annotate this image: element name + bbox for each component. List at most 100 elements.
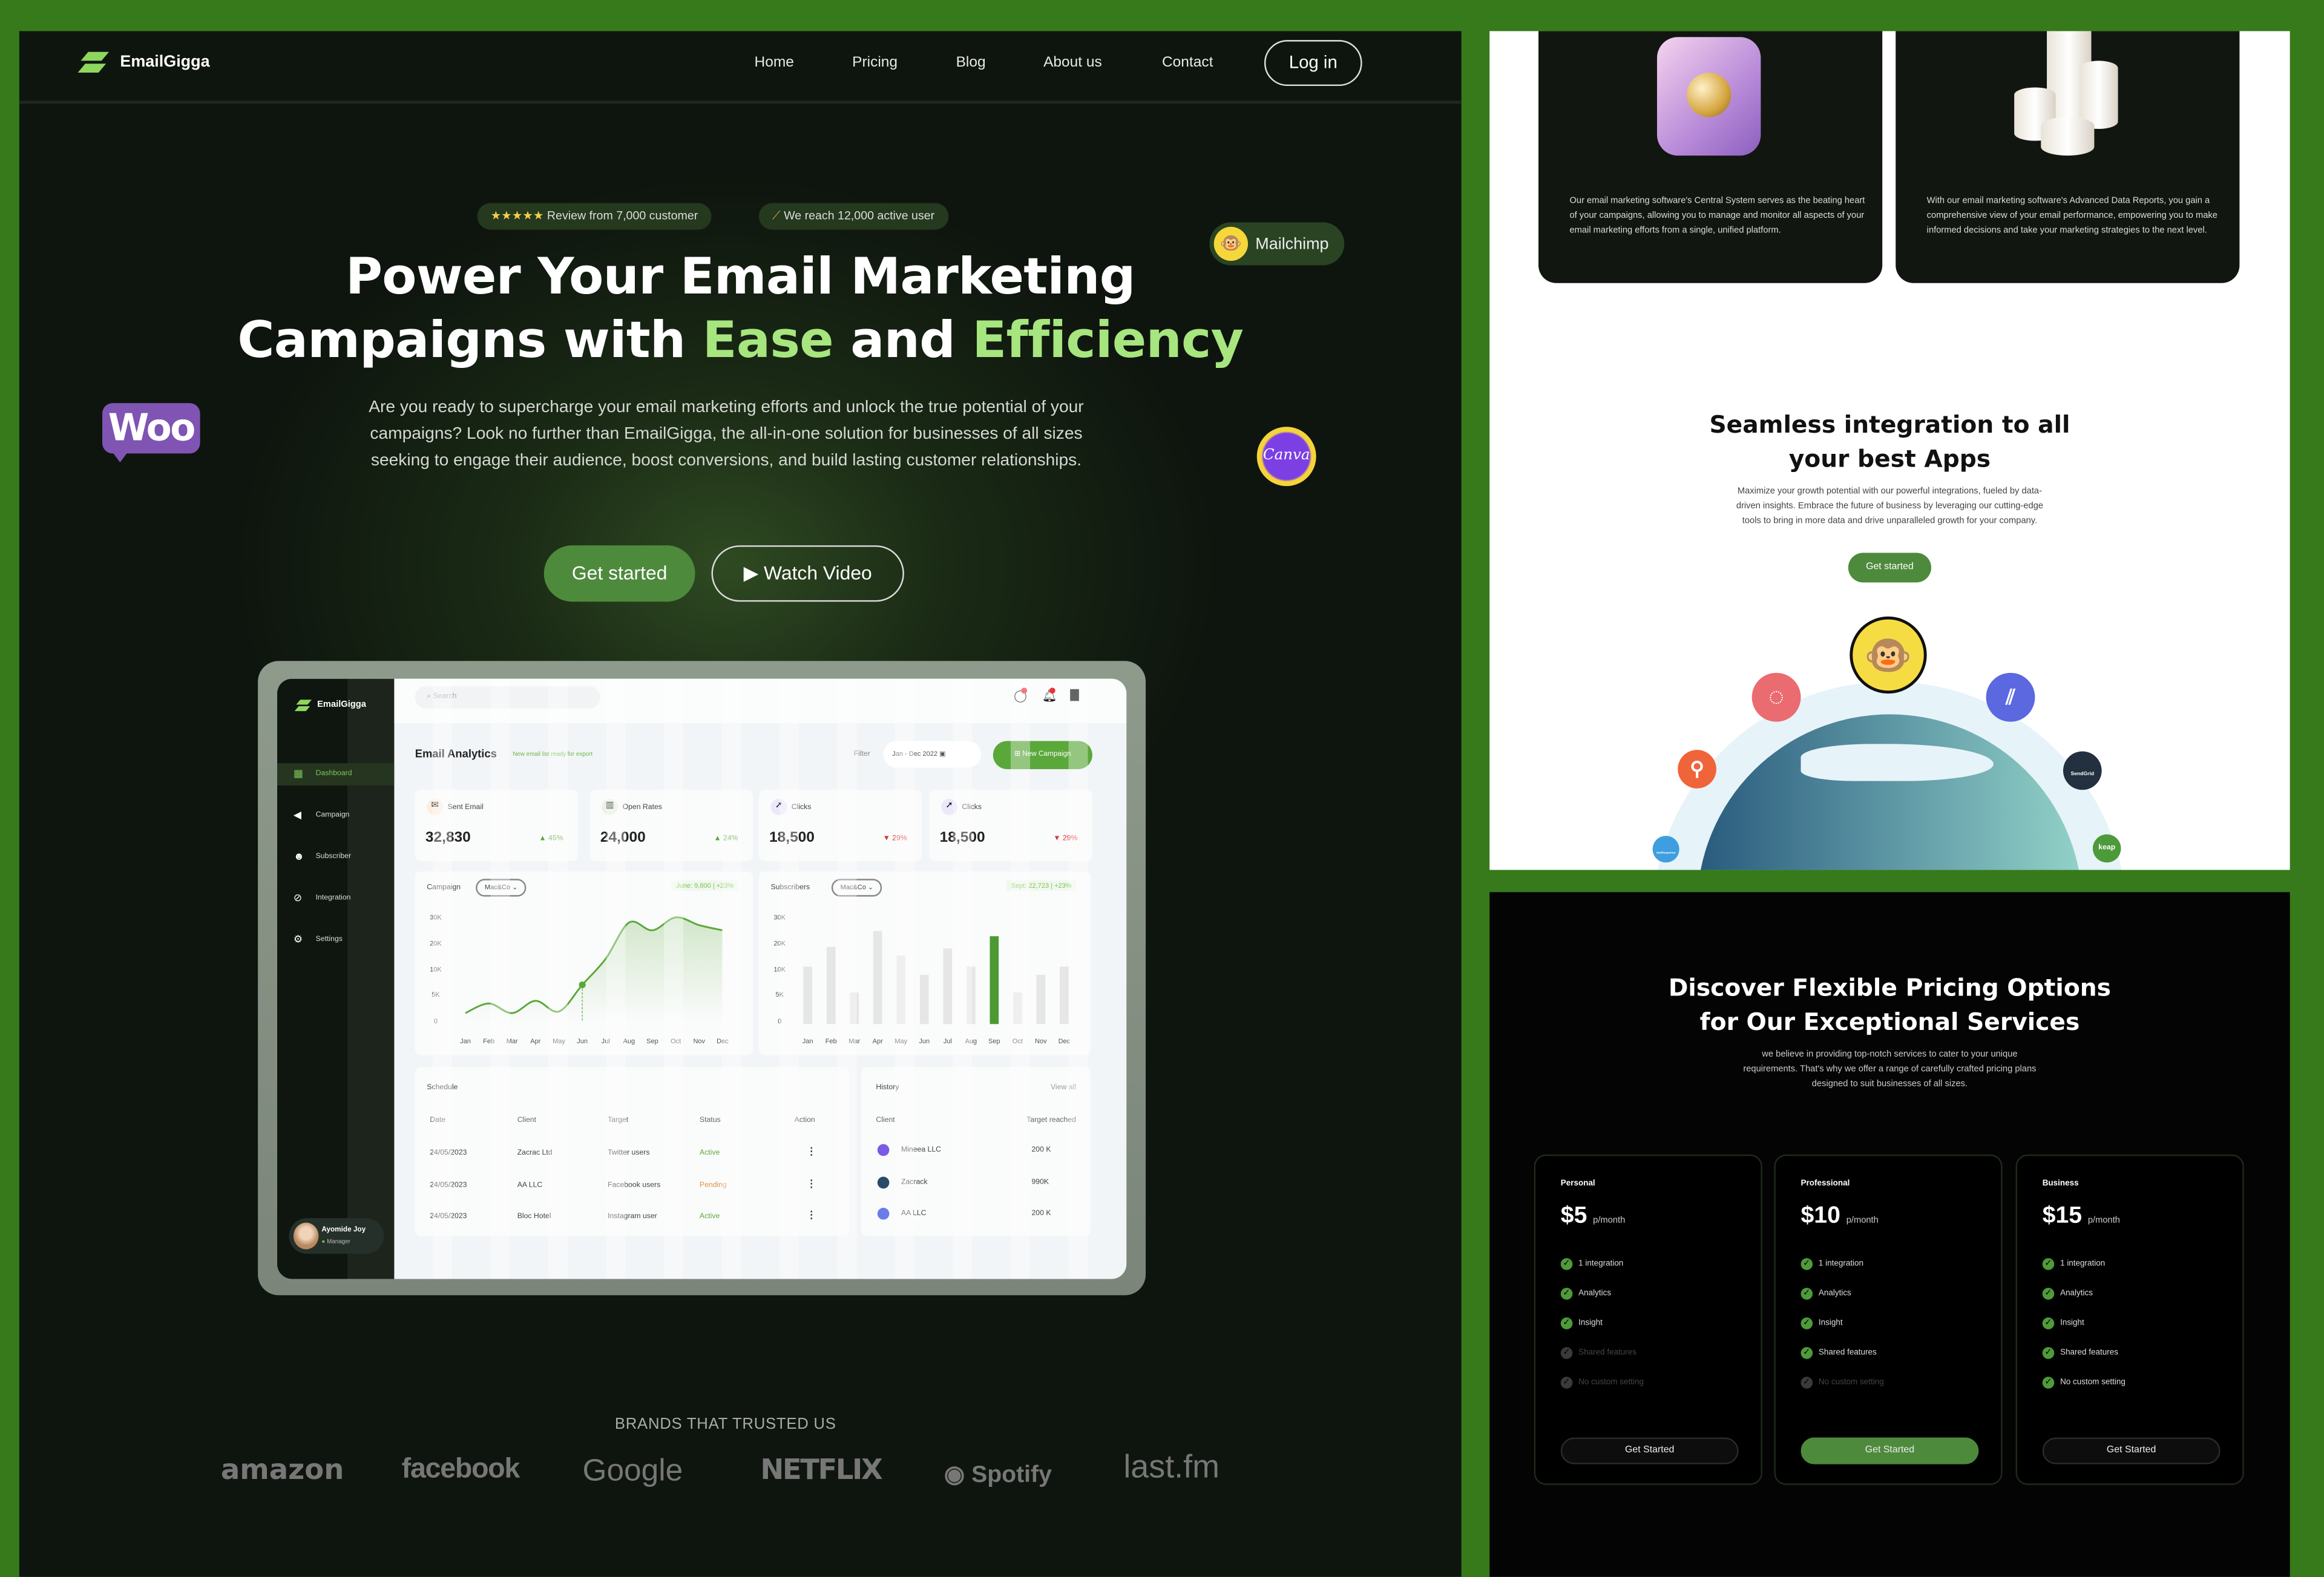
- date-range-picker[interactable]: Jan - Dec 2022 ▣: [883, 741, 982, 768]
- y-tick-label: 30K: [430, 914, 442, 922]
- stat-card: ▥ Open Rates 24,000 ▲ 24%: [589, 790, 753, 861]
- plan-get-started-button[interactable]: Get Started: [2042, 1437, 2221, 1464]
- client-name: AA LLC: [901, 1209, 927, 1219]
- dashboard-sidebar: EmailGigga ▦ Dashboard ◀ Campaign ☻ Subscri…: [277, 678, 395, 1279]
- area-fill: [465, 917, 723, 1021]
- integration-paragraph: Maximize your growth potential with our …: [1736, 487, 2044, 526]
- nav-about[interactable]: About us: [1043, 55, 1102, 71]
- bar: [966, 966, 976, 1025]
- integration-title: Seamless integration to all your best App…: [1709, 410, 2070, 473]
- chart-svg: 0 5K 10K 20K 30K Jan Feb Mar Apr May Jun Jul Aug Sep O…: [430, 914, 729, 1045]
- sidebar-item-settings[interactable]: ⚙ Settings: [277, 929, 394, 952]
- more-actions-icon[interactable]: ⋮: [806, 1146, 816, 1158]
- login-button[interactable]: Log in: [1264, 40, 1362, 87]
- status-badge: Active: [699, 1148, 720, 1158]
- search-input[interactable]: ⌕ Search: [415, 686, 600, 709]
- stars-icon: ★★★★★: [490, 209, 544, 223]
- filter-label: Filter: [853, 750, 870, 759]
- plan-feature: ✓ No custom setting: [2042, 1377, 2125, 1389]
- feature-card-data-reports: With our email marketing software's Adva…: [1896, 31, 2240, 283]
- nav-pricing[interactable]: Pricing: [852, 55, 898, 71]
- get-started-button[interactable]: Get started: [543, 545, 695, 602]
- plan-feature: ✓ Shared features: [1560, 1347, 1636, 1359]
- plan-feature: ✓ No custom setting: [1560, 1377, 1644, 1389]
- document-add-icon[interactable]: [1070, 689, 1079, 701]
- check-icon: ✓: [1560, 1347, 1573, 1359]
- gear-icon: ⚙: [293, 935, 303, 946]
- nav-contact[interactable]: Contact: [1162, 55, 1213, 71]
- check-icon: ✓: [1560, 1317, 1573, 1329]
- stat-change: ▼ 29%: [1053, 834, 1078, 844]
- table-cell: AA LLC: [517, 1180, 543, 1190]
- y-tick-label: 5K: [432, 991, 440, 998]
- woo-logo-tail: [111, 450, 130, 463]
- check-icon: ✓: [1800, 1377, 1813, 1389]
- x-tick-label: Jun: [577, 1038, 588, 1045]
- stat-change: ▲ 45%: [539, 834, 563, 844]
- plus-doc-icon: ⊞: [1014, 751, 1020, 759]
- sidebar-item-subscriber[interactable]: ☻ Subscriber: [277, 846, 394, 868]
- more-actions-icon[interactable]: ⋮: [806, 1209, 816, 1221]
- megaphone-icon: ◀: [293, 810, 302, 821]
- bar: [1036, 974, 1046, 1025]
- party-popper-icon: ⟋: [772, 209, 781, 223]
- nav-blog[interactable]: Blog: [956, 55, 986, 71]
- x-tick-label: Mar: [849, 1038, 860, 1045]
- table-cell: Instagram user: [608, 1212, 657, 1221]
- brand-logo[interactable]: EmailGigga: [77, 50, 210, 74]
- plan-price: $5 p/month: [1560, 1203, 1626, 1229]
- spotify-icon: ◉: [944, 1463, 965, 1488]
- stat-icon: ▥: [602, 799, 619, 815]
- view-all-link[interactable]: View all: [1051, 1083, 1076, 1092]
- grid-icon: ▦: [293, 769, 304, 780]
- integration-get-started-button[interactable]: Get started: [1848, 552, 1932, 583]
- plan-name: Personal: [1560, 1179, 1595, 1189]
- chat-icon[interactable]: ◯: [1014, 687, 1028, 703]
- brand-name: EmailGigga: [120, 53, 210, 71]
- mailchimp-logo: 🐵: [1850, 616, 1927, 694]
- users-badge: ⟋ We reach 12,000 active user: [758, 203, 948, 230]
- check-icon: ✓: [1800, 1317, 1813, 1329]
- new-campaign-button[interactable]: ⊞ New Campaign: [993, 741, 1092, 770]
- more-actions-icon[interactable]: ⋮: [806, 1178, 816, 1189]
- nav-home[interactable]: Home: [755, 55, 794, 71]
- client-logo-icon: [877, 1176, 890, 1188]
- hero-paragraph: Are you ready to supercharge your email …: [369, 398, 1084, 470]
- plan-feature: ✓ Insight: [2042, 1317, 2084, 1329]
- watch-video-button[interactable]: ▶ Watch Video: [711, 545, 904, 602]
- activecampaign-logo: ⫽: [1986, 672, 2035, 722]
- cylinders-illustration: [2014, 31, 2118, 156]
- bell-icon[interactable]: 🔔︎: [1042, 687, 1057, 703]
- dashboard-preview: EmailGigga ▦ Dashboard ◀ Campaign ☻ Subscri…: [258, 661, 1146, 1296]
- plan-feature: ✓ Insight: [1560, 1317, 1603, 1329]
- sidebar-item-dashboard[interactable]: ▦ Dashboard: [277, 763, 395, 785]
- check-icon: ✓: [1560, 1377, 1573, 1389]
- chart-svg: 0 5K 10K 20K 30K Jan Feb Mar Apr May Jun Jul Aug Sep O…: [773, 914, 1071, 1045]
- brands-title: BRANDS THAT TRUSTED US: [614, 1415, 836, 1434]
- check-icon: ✓: [2042, 1258, 2055, 1270]
- y-tick-label: 10K: [430, 966, 442, 973]
- schedule-table: Schedule Date Client Target Status Action 24/…: [415, 1067, 850, 1236]
- x-tick-label: Aug: [965, 1038, 977, 1045]
- x-tick-label: Dec: [1059, 1038, 1071, 1045]
- plan-feature: ✓ 1 integration: [1800, 1258, 1863, 1270]
- plan-get-started-button[interactable]: Get Started: [1560, 1437, 1739, 1464]
- logo-icon: [77, 50, 111, 74]
- plan-card-professional: Professional $10 p/month ✓ 1 integration ✓ A…: [1774, 1154, 2003, 1485]
- brand-lastfm: last.fm: [1123, 1447, 1220, 1485]
- sidebar-item-campaign[interactable]: ◀ Campaign: [277, 805, 394, 827]
- plan-price: $10 p/month: [1800, 1203, 1879, 1229]
- user-profile[interactable]: Ayomide Joy ● Manager: [289, 1218, 384, 1254]
- plan-get-started-button[interactable]: Get Started: [1800, 1437, 1979, 1464]
- plan-feature: ✓ No custom setting: [1800, 1377, 1884, 1389]
- plan-price: $15 p/month: [2042, 1203, 2120, 1229]
- keap-logo: keap: [2092, 834, 2121, 863]
- plan-feature: ✓ Insight: [1800, 1317, 1843, 1329]
- link-icon: ⊘: [293, 893, 303, 904]
- sidebar-item-integration[interactable]: ⊘ Integration: [277, 888, 394, 910]
- stat-icon: ➚: [941, 799, 958, 815]
- x-tick-label: Sep: [988, 1038, 1000, 1045]
- target-value: 200 K: [1031, 1209, 1051, 1219]
- hero-title-line1: Power Your Email Marketing: [345, 247, 1135, 307]
- plan-name: Professional: [1800, 1179, 1850, 1189]
